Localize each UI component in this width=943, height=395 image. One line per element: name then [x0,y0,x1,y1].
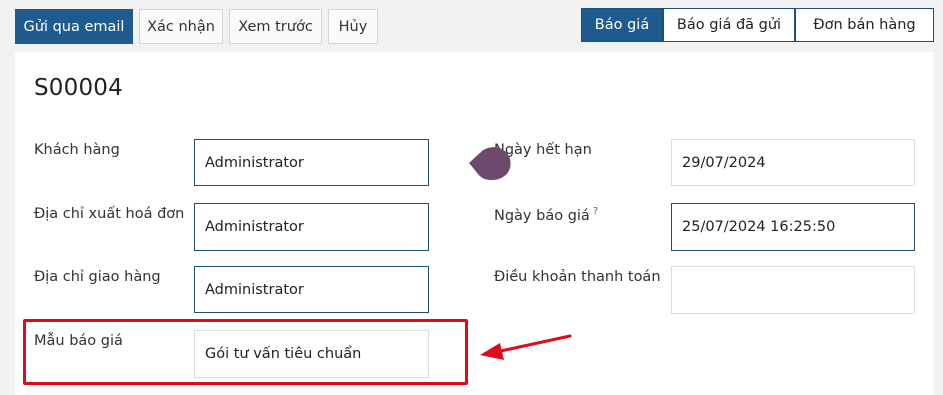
highlight-box [23,319,468,385]
invoice-address-label: Địa chỉ xuất hoá đơn [34,206,185,222]
expiration-field[interactable]: 29/07/2024 [671,139,915,186]
status-quotation[interactable]: Báo giá [581,8,663,42]
invoice-address-field[interactable]: Administrator [194,203,429,251]
record-title: S00004 [34,75,123,101]
confirm-button[interactable]: Xác nhận [139,9,223,44]
delivery-address-field[interactable]: Administrator [194,266,429,313]
customer-field[interactable]: Administrator [194,139,429,186]
help-tooltip-icon[interactable]: ? [593,206,598,217]
customer-label: Khách hàng [34,142,120,158]
red-arrow-icon [480,334,572,360]
preview-button[interactable]: Xem trước [229,9,322,44]
payment-terms-field[interactable] [671,266,915,314]
cancel-button[interactable]: Hủy [328,9,378,44]
send-email-button[interactable]: Gửi qua email [15,9,133,44]
status-quotation-sent[interactable]: Báo giá đã gửi [663,8,795,42]
quotation-date-field[interactable]: 25/07/2024 16:25:50 [671,203,915,251]
delivery-address-label: Địa chỉ giao hàng [34,269,161,285]
status-sales-order[interactable]: Đơn bán hàng [795,8,934,42]
payment-terms-label: Điều khoản thanh toán [494,269,661,285]
quotation-date-label: Ngày báo giá? [494,206,598,224]
quotation-date-label-text: Ngày báo giá [494,207,590,224]
control-panel: Gửi qua email Xác nhận Xem trước Hủy Báo… [0,0,943,52]
mouse-cursor-icon [469,147,511,181]
